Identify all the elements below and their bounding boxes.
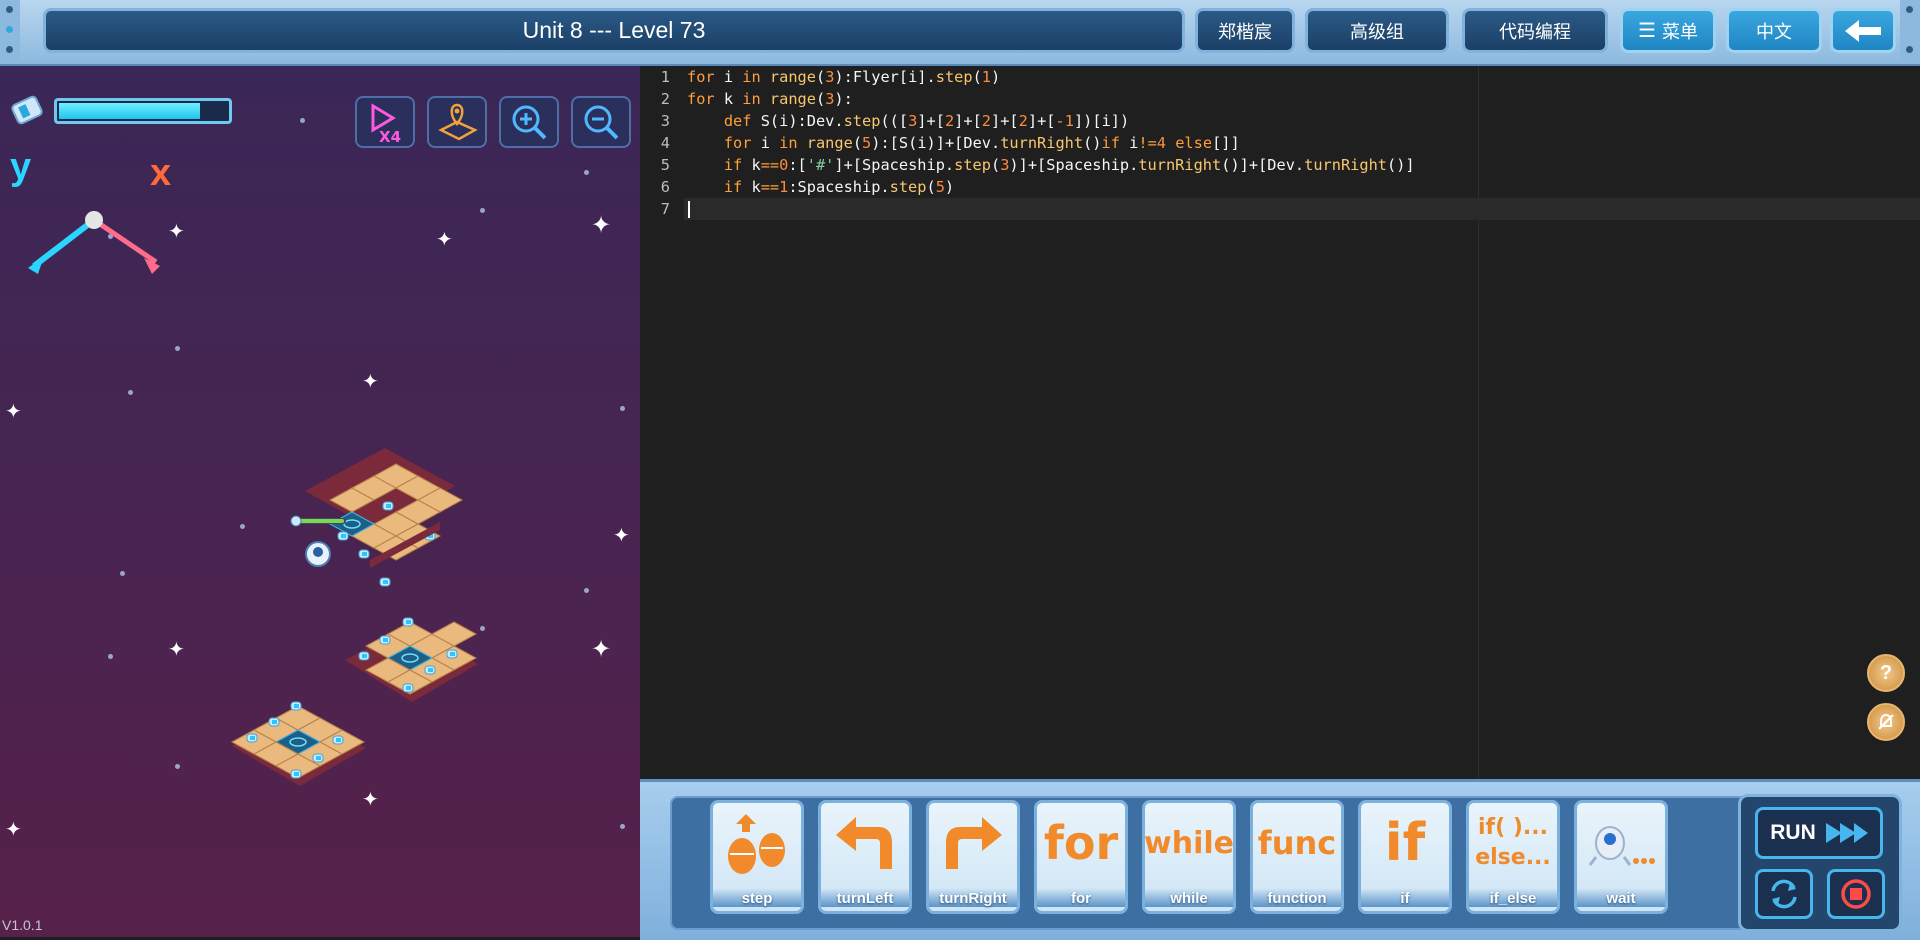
left-rail: [0, 0, 20, 64]
level-title: Unit 8 --- Level 73: [43, 8, 1185, 53]
code-line[interactable]: 5 if k==0:['#']+[Spaceship.step(3)]+[Spa…: [640, 154, 1920, 176]
line-text[interactable]: def S(i):Dev.step(([3]+[2]+[2]+[2]+[-1])…: [687, 110, 1129, 132]
code-line[interactable]: 7: [640, 198, 1920, 220]
block-wait[interactable]: wait: [1574, 800, 1668, 914]
block-if-else[interactable]: if( )... else... if_else: [1466, 800, 1560, 914]
block-label: turnRight: [929, 888, 1017, 907]
group-button[interactable]: 高级组: [1305, 8, 1449, 53]
menu-button[interactable]: ☰ 菜单: [1620, 8, 1716, 53]
block-while[interactable]: while while: [1142, 800, 1236, 914]
stop-icon: [1841, 879, 1871, 909]
back-button[interactable]: [1830, 8, 1896, 53]
if-glyph: if: [1384, 813, 1426, 873]
run-button[interactable]: RUN: [1755, 807, 1883, 859]
block-label: for: [1037, 888, 1125, 907]
for-glyph: for: [1043, 816, 1119, 870]
stop-button[interactable]: [1827, 869, 1885, 919]
line-text[interactable]: for i in range(3):Flyer[i].step(1): [687, 66, 1000, 88]
back-arrow-icon: [1845, 19, 1881, 42]
line-number: 5: [660, 156, 670, 174]
reset-button[interactable]: [1755, 869, 1813, 919]
line-text[interactable]: for i in range(5):[S(i)]+[Dev.turnRight(…: [687, 132, 1240, 154]
platform-1: [290, 448, 463, 587]
block-turnleft[interactable]: turnLeft: [818, 800, 912, 914]
fast-forward-icon: [1825, 823, 1868, 843]
top-bar: Unit 8 --- Level 73 郑楷宸 高级组 代码编程 ☰ 菜单 中文: [0, 0, 1920, 66]
line-number: 7: [660, 200, 670, 218]
right-rail: [1900, 0, 1920, 64]
code-line[interactable]: 1 for i in range(3):Flyer[i].step(1): [640, 66, 1920, 88]
mute-bell-icon: [1878, 713, 1894, 730]
code-line[interactable]: 4 for i in range(5):[S(i)]+[Dev.turnRigh…: [640, 132, 1920, 154]
line-number: 6: [660, 178, 670, 196]
step-icon: [728, 814, 785, 874]
block-label: while: [1145, 888, 1233, 907]
if-else-glyph: if( )... else...: [1475, 815, 1551, 870]
while-glyph: while: [1144, 825, 1234, 861]
text-caret: [688, 201, 690, 218]
version-label: V1.0.1: [2, 917, 43, 933]
line-text[interactable]: if k==0:['#']+[Spaceship.step(3)]+[Space…: [687, 154, 1415, 176]
block-toolbar: step turnLeft turnRight for for while wh…: [640, 779, 1920, 940]
game-board: [231, 448, 478, 786]
run-label: RUN: [1770, 821, 1816, 844]
block-label: wait: [1577, 888, 1665, 907]
block-label: turnLeft: [821, 888, 909, 907]
code-line[interactable]: 6 if k==1:Spaceship.step(5): [640, 176, 1920, 198]
line-number: 1: [660, 68, 670, 86]
block-label: if_else: [1469, 888, 1557, 907]
platform-3: [231, 701, 366, 786]
line-number: 4: [660, 134, 670, 152]
line-number: 3: [660, 112, 670, 130]
platform-2: [345, 617, 478, 702]
run-panel: RUN: [1738, 794, 1902, 932]
turn-left-icon: [836, 817, 892, 869]
code-editor[interactable]: 1 for i in range(3):Flyer[i].step(1) 2 for …: [640, 66, 1920, 779]
block-step[interactable]: step: [710, 800, 804, 914]
help-button[interactable]: ?: [1867, 654, 1905, 692]
block-if[interactable]: if if: [1358, 800, 1452, 914]
block-function[interactable]: func function: [1250, 800, 1344, 914]
mode-button[interactable]: 代码编程: [1462, 8, 1608, 53]
game-view[interactable]: ✦ ✦ ✦ ✦ ✦ ✦ ✦ ✦ ✦ ✦ ✦ y x: [0, 66, 640, 937]
line-text[interactable]: if k==1:Spaceship.step(5): [687, 176, 954, 198]
line-text[interactable]: for k in range(3):: [687, 88, 853, 110]
menu-label: 菜单: [1661, 21, 1698, 42]
reset-icon: [1771, 879, 1797, 909]
block-for[interactable]: for for: [1034, 800, 1128, 914]
code-line[interactable]: 3 def S(i):Dev.step(([3]+[2]+[2]+[2]+[-1…: [640, 110, 1920, 132]
menu-list-icon: ☰: [1638, 20, 1656, 42]
mute-button[interactable]: [1867, 703, 1905, 741]
language-button[interactable]: 中文: [1726, 8, 1822, 53]
turn-right-icon: [946, 817, 1002, 869]
func-glyph: func: [1257, 824, 1337, 862]
block-turnright[interactable]: turnRight: [926, 800, 1020, 914]
user-name-button[interactable]: 郑楷宸: [1195, 8, 1295, 53]
help-icon: ?: [1879, 661, 1893, 684]
block-label: function: [1253, 888, 1341, 907]
block-label: step: [713, 888, 801, 907]
line-number: 2: [660, 90, 670, 108]
code-line[interactable]: 2 for k in range(3):: [640, 88, 1920, 110]
wait-icon: [1588, 826, 1655, 866]
block-label: if: [1361, 888, 1449, 907]
